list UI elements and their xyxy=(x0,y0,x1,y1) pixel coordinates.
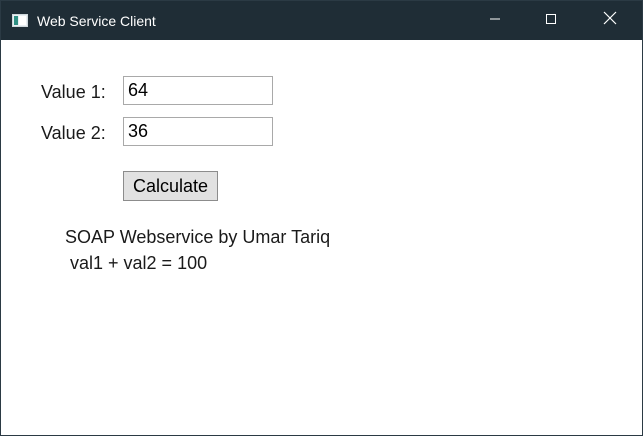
window-title: Web Service Client xyxy=(37,13,156,29)
value2-label: Value 2: xyxy=(41,123,106,143)
close-button[interactable] xyxy=(587,1,633,40)
maximize-button[interactable] xyxy=(528,1,574,40)
calculate-button[interactable]: Calculate xyxy=(123,171,218,201)
result-text: val1 + val2 = 100 xyxy=(70,253,208,273)
app-window: Web Service Client Value 1: 64 Value 2: … xyxy=(0,0,643,436)
app-window-icon xyxy=(12,14,28,27)
value1-label: Value 1: xyxy=(41,82,106,102)
minimize-icon xyxy=(489,12,501,30)
value2-input[interactable] xyxy=(123,117,273,146)
maximize-icon xyxy=(545,12,557,30)
minimize-button[interactable] xyxy=(472,1,518,40)
title-bar[interactable]: Web Service Client xyxy=(1,1,642,40)
close-icon xyxy=(603,11,617,30)
value1-input[interactable] xyxy=(123,76,273,105)
service-title-text: SOAP Webservice by Umar Tariq xyxy=(65,227,331,247)
